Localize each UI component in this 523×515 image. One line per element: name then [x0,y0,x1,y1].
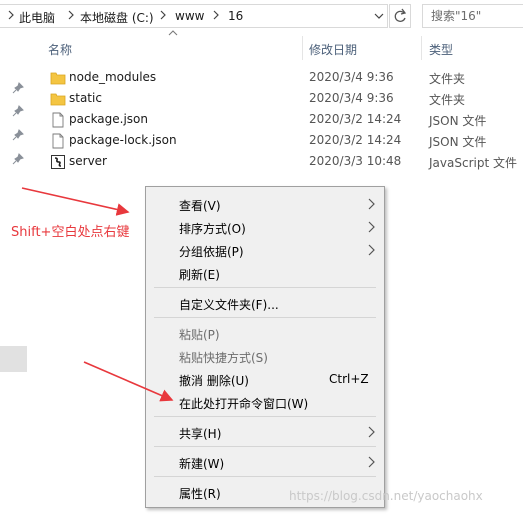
arrow-to-command-item [83,361,174,402]
arrow-to-menu [21,187,130,216]
annotation-arrows [21,187,174,402]
watermark: https://blog.csdn.net/yaochaohx [289,489,483,503]
